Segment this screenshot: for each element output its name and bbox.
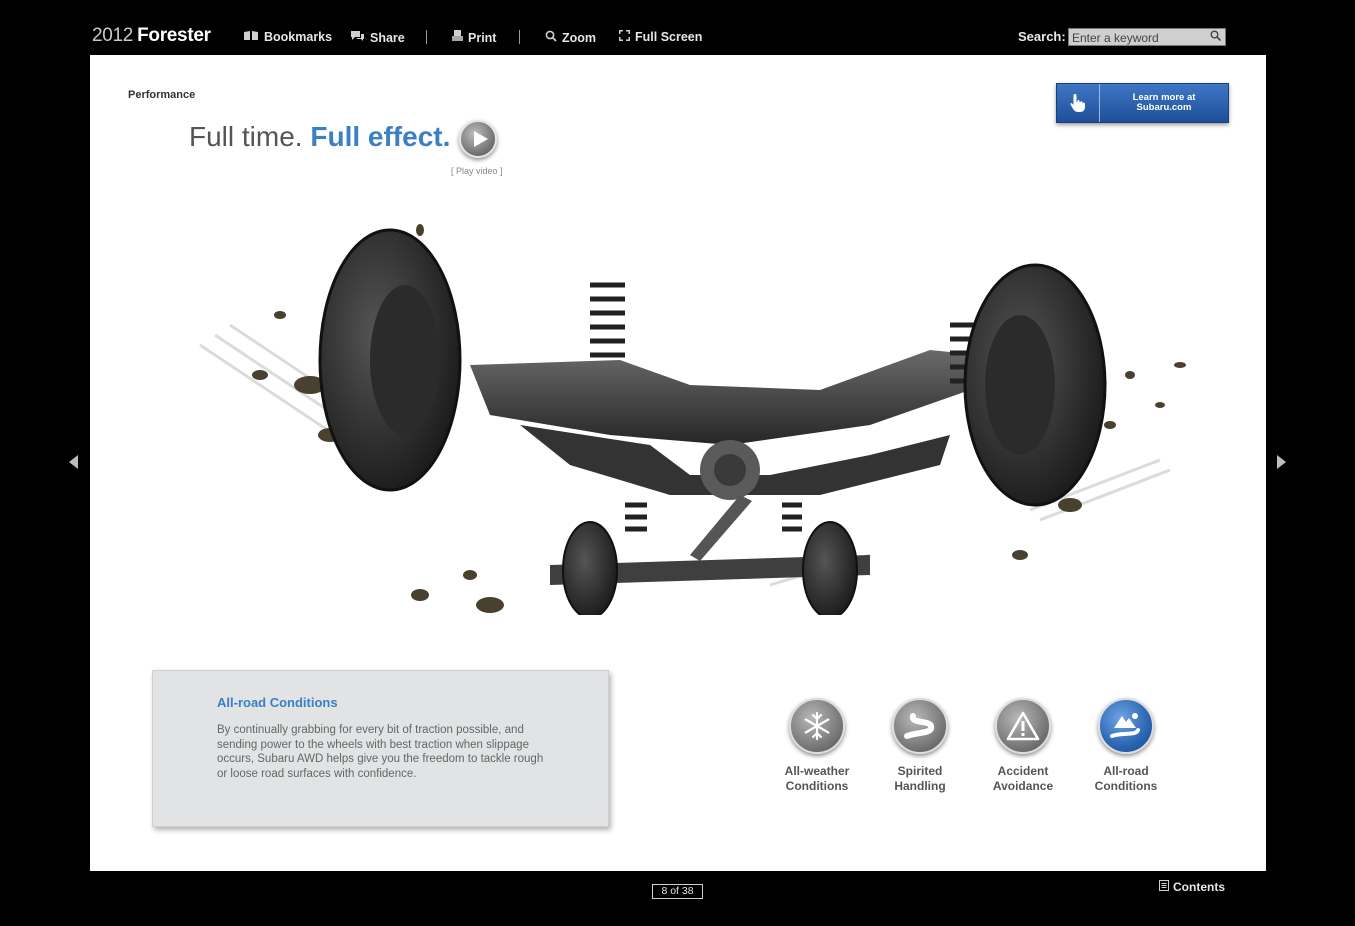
brand-title: 2012 Forester xyxy=(92,25,211,47)
top-toolbar: 2012 Forester Bookmarks Share Print Zoom … xyxy=(0,0,1355,55)
feature-label: All-road Conditions xyxy=(1094,764,1158,793)
feature-title: All-road Conditions xyxy=(217,695,338,710)
pointing-hand-icon xyxy=(1057,84,1100,122)
document-list-icon xyxy=(1159,880,1169,894)
headline-regular: Full time. xyxy=(189,121,303,152)
feature-label: All-weather Conditions xyxy=(784,764,850,793)
feature-description-panel: All-road Conditions By continually grabb… xyxy=(152,670,609,827)
share-label: Share xyxy=(370,30,405,45)
zoom-button[interactable]: Zoom xyxy=(545,30,596,45)
contents-button[interactable]: Contents xyxy=(1159,880,1225,894)
magnifier-icon xyxy=(545,30,557,45)
learn-more-button[interactable]: Learn more at Subaru.com xyxy=(1056,83,1229,123)
book-icon xyxy=(243,30,259,44)
curved-road-icon xyxy=(892,698,948,754)
toolbar-divider xyxy=(426,30,427,44)
next-page-arrow-icon[interactable] xyxy=(1277,455,1286,469)
feature-all-weather-button[interactable]: All-weather Conditions xyxy=(772,698,862,794)
feature-accident-avoidance-button[interactable]: Accident Avoidance xyxy=(978,698,1068,794)
feature-description: By continually grabbing for every bit of… xyxy=(217,724,544,780)
printer-icon xyxy=(452,30,463,45)
brochure-page: Performance Full time. Full effect. [ Pl… xyxy=(90,55,1266,871)
brand-name: Forester xyxy=(137,25,211,46)
page-indicator[interactable]: 8 of 38 xyxy=(652,884,703,899)
section-label: Performance xyxy=(128,89,196,101)
awd-chassis-image xyxy=(170,175,1220,619)
brand-year: 2012 xyxy=(92,25,134,46)
speech-bubbles-icon xyxy=(350,30,365,45)
print-label: Print xyxy=(468,30,497,45)
learn-more-label: Learn more at Subaru.com xyxy=(1132,92,1196,113)
share-button[interactable]: Share xyxy=(350,30,405,45)
snowflake-icon xyxy=(789,698,845,754)
print-button[interactable]: Print xyxy=(452,30,496,45)
warning-icon xyxy=(995,698,1051,754)
feature-all-road-button[interactable]: All-road Conditions xyxy=(1081,698,1171,794)
play-video-button[interactable] xyxy=(459,120,497,158)
page-headline: Full time. Full effect. xyxy=(189,121,450,153)
bookmarks-button[interactable]: Bookmarks xyxy=(243,30,332,44)
mountain-road-icon xyxy=(1098,698,1154,754)
contents-label: Contents xyxy=(1173,880,1225,894)
search-icon[interactable] xyxy=(1210,30,1222,44)
feature-label: Spirited Handling xyxy=(894,764,946,793)
toolbar-divider xyxy=(519,30,520,44)
zoom-label: Zoom xyxy=(562,30,597,45)
bookmarks-label: Bookmarks xyxy=(264,30,333,44)
previous-page-arrow-icon[interactable] xyxy=(69,455,78,469)
fullscreen-button[interactable]: Full Screen xyxy=(619,30,702,44)
search-input[interactable] xyxy=(1069,30,1206,46)
headline-bold: Full effect. xyxy=(310,121,451,152)
search-field xyxy=(1068,28,1226,46)
expand-icon xyxy=(619,30,630,44)
feature-spirited-handling-button[interactable]: Spirited Handling xyxy=(875,698,965,794)
fullscreen-label: Full Screen xyxy=(635,30,703,44)
feature-label: Accident Avoidance xyxy=(992,764,1054,793)
search-label: Search: xyxy=(1018,29,1066,44)
